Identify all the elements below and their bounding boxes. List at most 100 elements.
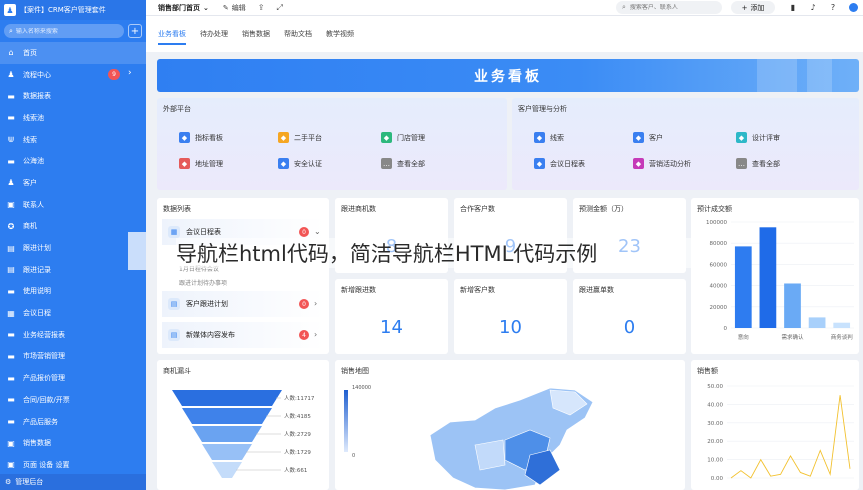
sales-line (730, 395, 851, 479)
sidebar-item[interactable]: ▣ 页面 设备 设置 (0, 454, 146, 476)
platform-link[interactable]: ◆ 会议日程表 (534, 158, 585, 169)
user-icon: ♟ (7, 178, 15, 188)
sidebar-item[interactable]: ▬ 数据报表 (0, 85, 146, 107)
sidebar: ♟ 【案件】CRM客户管理套件 ⌕ + ⌂ 首页 ♟ 流程中心 9 › ▬ 数据报表 ▬ 线索池 ⋓… (0, 0, 146, 490)
sidebar-item[interactable]: ▬ 公海池 (0, 150, 146, 172)
edit-button[interactable]: ✎ 编辑 (223, 3, 246, 13)
data-list-row[interactable]: ▤ 客户跟进计划 0 › (162, 291, 324, 317)
platform-link[interactable]: ◆ 营销活动分析 (633, 158, 691, 169)
tab[interactable]: 帮助文档 (284, 21, 312, 47)
avatar[interactable] (848, 2, 858, 12)
stat-title: 跟进赢单数 (579, 286, 614, 294)
sidebar-item[interactable]: ♟ 客户 (0, 172, 146, 194)
sidebar-item[interactable]: ▦ 会议日程 (0, 302, 146, 324)
folder-icon: ▬ (7, 286, 15, 296)
share-icon[interactable]: ⇪ (258, 3, 265, 12)
link-icon: … (736, 158, 747, 169)
page-tabs: 业务看板 待办处理 销售数据 帮助文档 教学视频 (146, 16, 863, 52)
stat-value: 14 (380, 317, 403, 338)
sales-chart-panel: 销售额 0.00 10.00 20.00 30.00 40.00 50.00 (691, 360, 859, 490)
sidebar-item[interactable]: ▣ 联系人 (0, 194, 146, 216)
funnel-segment (182, 408, 272, 424)
sidebar-item-label: 流程中心 (23, 70, 51, 79)
settings-icon: ⚙ (5, 478, 12, 486)
sidebar-item[interactable]: ⌂ 首页 (0, 42, 146, 64)
sidebar-search-box[interactable]: ⌕ (4, 24, 124, 38)
sidebar-item[interactable]: ▣ 销售数据 (0, 432, 146, 454)
bar (808, 317, 826, 328)
sidebar-item[interactable]: ▬ 产品报价管理 (0, 367, 146, 389)
sidebar-item[interactable]: ▬ 使用说明 (0, 281, 146, 303)
global-search-input[interactable] (629, 4, 710, 11)
folder-icon: ▬ (7, 330, 15, 340)
y-tick-label: 0.00 (711, 476, 724, 482)
sidebar-item[interactable]: ▬ 合同/回款/开票 (0, 389, 146, 411)
bar (734, 246, 752, 328)
lead-icon: ⋓ (7, 135, 15, 145)
tab[interactable]: 教学视频 (326, 21, 354, 47)
link-icon: ◆ (736, 132, 747, 143)
link-label: 查看全部 (752, 159, 780, 168)
sidebar-item[interactable]: ▬ 市场营销管理 (0, 346, 146, 368)
global-search[interactable]: ⌕ (616, 1, 722, 14)
bell-icon[interactable]: ♪ (808, 2, 818, 12)
tab[interactable]: 销售数据 (242, 21, 270, 47)
platform-link[interactable]: ◆ 地址管理 (179, 158, 223, 169)
folder-icon: ▬ (7, 156, 15, 166)
help-icon[interactable]: ? (828, 2, 838, 12)
sidebar-item[interactable]: ▬ 业务经营报表 (0, 324, 146, 346)
map-scale-bar (344, 390, 348, 452)
x-tick-label: 需求确认 (781, 333, 804, 341)
sidebar-item[interactable]: ▬ 产品后服务 (0, 411, 146, 433)
platform-link[interactable]: ◆ 客户 (633, 132, 663, 143)
sidebar-item[interactable]: ⋓ 线索 (0, 129, 146, 151)
folder-icon: ▬ (7, 91, 15, 101)
x-tick-label: 意向 (738, 333, 749, 341)
sidebar-search-input[interactable] (15, 27, 106, 35)
add-button[interactable]: + 添加 (731, 1, 775, 14)
folder-icon: ▬ (7, 395, 15, 405)
stat-card: 跟进赢单数 0 (573, 279, 686, 354)
fullscreen-icon[interactable]: ⤢ (276, 3, 282, 13)
chevron-right-icon[interactable]: › (314, 299, 317, 308)
app-title: 【案件】CRM客户管理套件 (20, 6, 106, 14)
sidebar-item[interactable]: ▤ 跟进记录 (0, 259, 146, 281)
sidebar-item[interactable]: ♟ 流程中心 9 › (0, 64, 146, 86)
y-tick-label: 0 (724, 326, 728, 332)
sidebar-item-label: 数据报表 (23, 92, 51, 101)
dept-selector[interactable]: 销售部门首页 ⌄ (146, 3, 209, 13)
sidebar-item[interactable]: ✪ 商机 (0, 216, 146, 238)
search-icon: ⌕ (622, 3, 626, 11)
stat-value: 0 (623, 317, 636, 338)
tab[interactable]: 业务看板 (158, 21, 186, 47)
platform-link[interactable]: … 查看全部 (736, 158, 780, 169)
funnel-chart: 人数:11717 人数:4185 人数:2729 人数:1729 人数:661 (172, 390, 315, 478)
search-icon: ⌕ (9, 26, 13, 35)
tab[interactable]: 待办处理 (200, 21, 228, 47)
sidebar-item-label: 线索池 (23, 113, 44, 122)
row-badge: 0 (299, 299, 309, 309)
platform-link[interactable]: ◆ 门店管理 (381, 132, 425, 143)
y-tick-label: 50.00 (707, 384, 723, 390)
chevron-down-icon[interactable]: ⌄ (314, 227, 321, 236)
sidebar-item[interactable]: ▬ 线索池 (0, 107, 146, 129)
link-icon: ◆ (534, 132, 545, 143)
platform-link[interactable]: ◆ 线索 (534, 132, 564, 143)
sidebar-add-button[interactable]: + (128, 24, 142, 38)
platform-link[interactable]: … 查看全部 (381, 158, 425, 169)
link-label: 营销活动分析 (649, 159, 691, 168)
platform-link[interactable]: ◆ 安全认证 (278, 158, 322, 169)
notes-icon[interactable]: ▮ (788, 2, 798, 12)
admin-backend-link[interactable]: ⚙ 管理后台 (0, 474, 146, 490)
banner-decoration (807, 59, 832, 92)
platform-link[interactable]: ◆ 设计评审 (736, 132, 780, 143)
sidebar-item-label: 商机 (23, 222, 37, 231)
chevron-right-icon[interactable]: › (314, 330, 317, 339)
sidebar-item[interactable]: ▤ 跟进计划 (0, 237, 146, 259)
data-list-row[interactable]: ▤ 新媒体内容发布 4 › (162, 322, 324, 348)
platform-link[interactable]: ◆ 指标看板 (179, 132, 223, 143)
chevron-right-icon[interactable]: › (128, 68, 132, 78)
sidebar-item-label: 联系人 (23, 200, 44, 209)
banner-decoration (757, 59, 797, 92)
platform-link[interactable]: ◆ 二手平台 (278, 132, 322, 143)
